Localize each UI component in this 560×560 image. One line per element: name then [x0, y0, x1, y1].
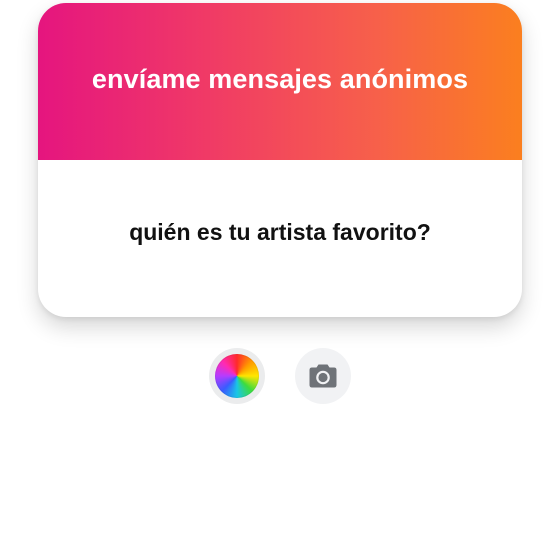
card-header: envíame mensajes anónimos	[38, 3, 522, 160]
card-body: quién es tu artista favorito?	[38, 160, 522, 317]
camera-icon	[309, 364, 337, 388]
card-question[interactable]: quién es tu artista favorito?	[129, 219, 431, 246]
card-title: envíame mensajes anónimos	[91, 64, 469, 94]
color-picker-button[interactable]	[209, 348, 265, 404]
camera-button[interactable]	[295, 348, 351, 404]
question-card[interactable]: envíame mensajes anónimos quién es tu ar…	[38, 3, 522, 317]
color-wheel-icon	[215, 354, 259, 398]
sticker-editor: envíame mensajes anónimos quién es tu ar…	[0, 0, 560, 560]
